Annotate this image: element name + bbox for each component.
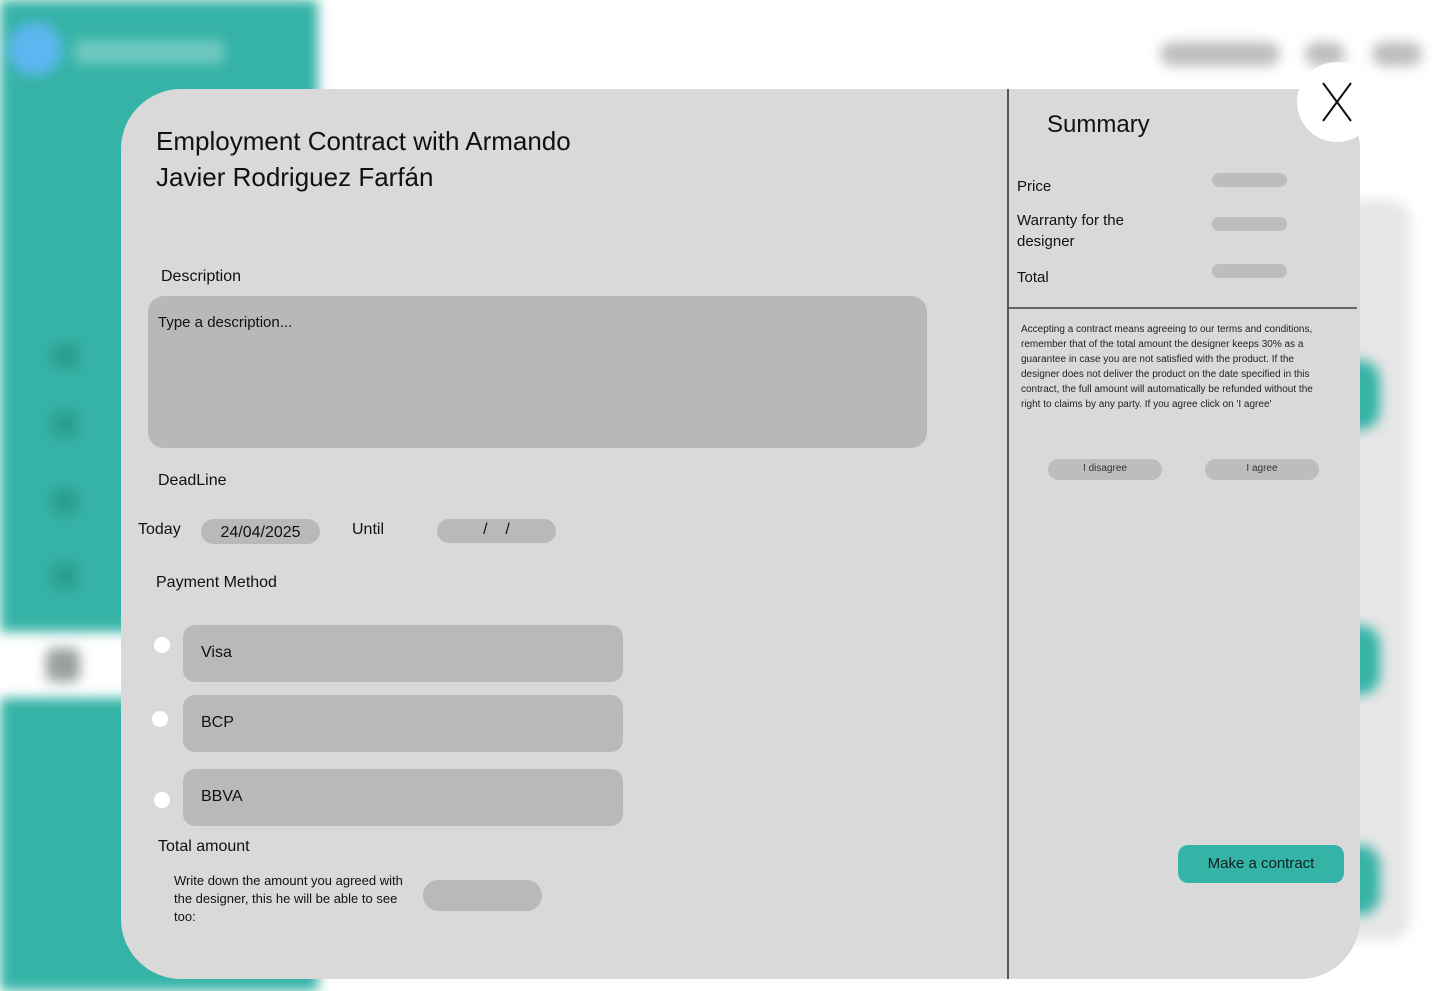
- summary-warranty-value: [1212, 217, 1287, 231]
- disagree-button[interactable]: I disagree: [1048, 459, 1162, 480]
- payment-option-bbva[interactable]: BBVA: [183, 769, 623, 826]
- total-amount-label: Total amount: [158, 838, 250, 855]
- summary-divider: [1009, 307, 1357, 309]
- terms-text: Accepting a contract means agreeing to o…: [1021, 324, 1313, 410]
- total-amount-hint: Write down the amount you agreed with th…: [174, 873, 403, 924]
- agree-button-label: I agree: [1246, 463, 1278, 474]
- summary-price-value: [1212, 173, 1287, 187]
- background-nav-icon: [52, 411, 78, 437]
- disagree-button-label: I disagree: [1083, 463, 1127, 474]
- background-nav-icon: [52, 343, 78, 369]
- until-date-value: / /: [483, 521, 510, 538]
- until-label: Until: [352, 521, 385, 538]
- total-amount-input[interactable]: [423, 880, 542, 911]
- radio-bcp[interactable]: [152, 711, 168, 727]
- payment-option-label: BCP: [201, 714, 234, 731]
- payment-option-visa[interactable]: Visa: [183, 625, 623, 682]
- summary-warranty-label: Warranty for the designer: [1017, 212, 1124, 250]
- summary-total-value: [1212, 264, 1287, 278]
- background-logo-icon: [8, 22, 62, 76]
- summary-title: Summary: [1047, 111, 1150, 138]
- summary-price-label: Price: [1017, 178, 1052, 195]
- summary-total-label: Total: [1017, 269, 1049, 286]
- payment-option-label: Visa: [201, 644, 232, 661]
- background-header-item: [1372, 42, 1422, 66]
- description-field[interactable]: [148, 296, 927, 448]
- payment-option-label: BBVA: [201, 788, 243, 805]
- background-nav-icon: [52, 488, 78, 514]
- background-nav-icon: [52, 563, 78, 589]
- contract-modal: Employment Contract with Armando Javier …: [121, 89, 1360, 979]
- make-contract-button[interactable]: Make a contract: [1178, 845, 1344, 883]
- deadline-label: DeadLine: [158, 472, 227, 489]
- radio-bbva[interactable]: [154, 792, 170, 808]
- modal-title: Employment Contract with Armando Javier …: [156, 126, 571, 192]
- close-icon: [1322, 82, 1352, 122]
- description-label: Description: [161, 268, 242, 285]
- background-logo-text: [74, 40, 224, 64]
- today-date-field[interactable]: 24/04/2025: [201, 519, 320, 544]
- today-label: Today: [138, 521, 181, 538]
- background-header-item: [1160, 42, 1280, 66]
- payment-option-bcp[interactable]: BCP: [183, 695, 623, 752]
- close-button[interactable]: [1297, 62, 1377, 142]
- radio-visa[interactable]: [154, 637, 170, 653]
- vertical-divider: [1007, 89, 1009, 979]
- make-contract-label: Make a contract: [1207, 855, 1315, 872]
- agree-button[interactable]: I agree: [1205, 459, 1319, 480]
- description-input[interactable]: [158, 314, 858, 331]
- today-date-value: 24/04/2025: [220, 524, 301, 541]
- until-date-field[interactable]: / /: [437, 519, 556, 543]
- payment-method-label: Payment Method: [156, 574, 277, 591]
- background-nav-icon: [46, 648, 80, 682]
